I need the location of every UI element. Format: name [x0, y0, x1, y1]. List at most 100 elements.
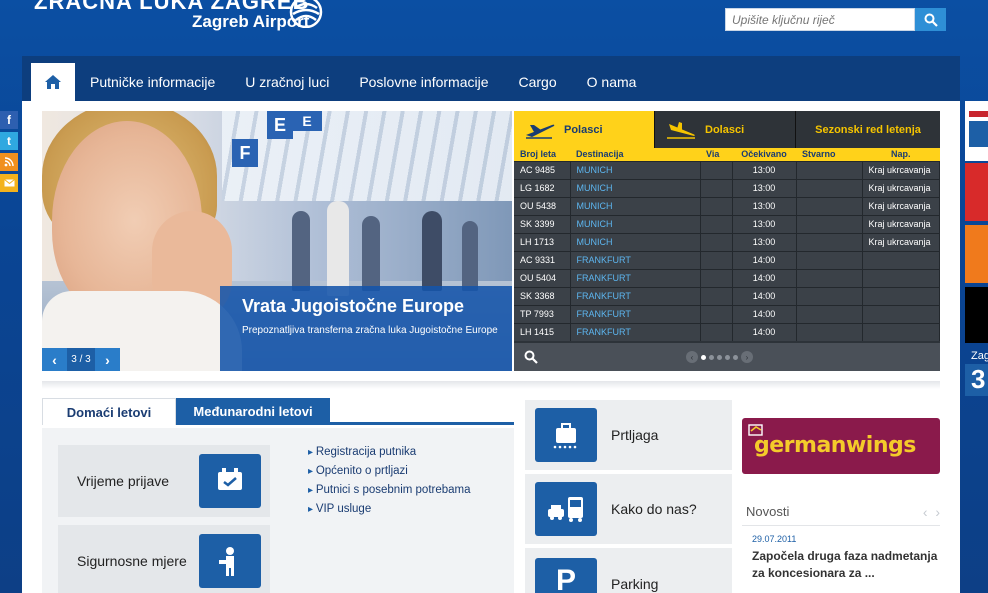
link-registracija[interactable]: Registracija putnika: [308, 446, 471, 458]
news-prev-icon[interactable]: ‹: [923, 504, 928, 520]
flight-destination: FRANKFURT: [570, 250, 701, 269]
flight-note: Kraj ukrcavanja: [862, 214, 940, 233]
link-prtljaga-opcenito[interactable]: Općenito o prtljazi: [308, 465, 471, 477]
flight-row[interactable]: TP 7993 FRANKFURT 14:00: [514, 304, 940, 323]
flight-type-tabs: Domaći letovi Međunarodni letovi: [42, 398, 514, 425]
flight-destination: MUNICH: [570, 214, 701, 233]
flights-table: Broj leta Destinacija Via Očekivano Stva…: [514, 148, 940, 341]
right-ad-3[interactable]: [965, 225, 988, 283]
site-logo[interactable]: ZRAČNA LUKA ZAGREB Zagreb Airport: [34, 0, 309, 32]
flight-number: LH 1415: [514, 322, 571, 341]
board-page-dot[interactable]: [725, 354, 730, 360]
link-posebne-potrebe[interactable]: Putnici s posebnim potrebama: [308, 484, 471, 496]
tab-sezonski[interactable]: Sezonski red letenja: [796, 111, 940, 148]
col-via: Via: [700, 148, 732, 161]
facebook-icon[interactable]: f: [0, 111, 18, 129]
hero-traveller: [362, 216, 380, 291]
nav-item-putnicke[interactable]: Putničke informacije: [75, 56, 230, 101]
service-label: Prtljaga: [611, 427, 659, 443]
flight-row[interactable]: AC 9485 MUNICH 13:00 Kraj ukrcavanja: [514, 160, 940, 179]
tab-dolasci[interactable]: Dolasci: [654, 111, 796, 148]
flight-via: [700, 304, 733, 323]
domestic-info-box: Vrijeme prijave Sigurnosne mjere Registr…: [42, 428, 514, 593]
twitter-icon[interactable]: t: [0, 132, 18, 150]
flight-row[interactable]: OU 5438 MUNICH 13:00 Kraj ukrcavanja: [514, 196, 940, 215]
flight-row[interactable]: LH 1713 MUNICH 13:00 Kraj ukrcavanja: [514, 232, 940, 251]
flight-row[interactable]: SK 3368 FRANKFURT 14:00: [514, 286, 940, 305]
hero-sign: E: [267, 111, 293, 139]
flight-actual: [796, 304, 863, 323]
search-input[interactable]: [725, 8, 915, 31]
board-footer: ‹ ›: [514, 343, 940, 371]
hero-prev-button[interactable]: ‹: [42, 348, 67, 371]
board-page-dot[interactable]: [709, 354, 714, 360]
service-prtljaga[interactable]: Prtljaga: [525, 400, 732, 470]
flight-actual: [796, 268, 863, 287]
right-ad-2[interactable]: [965, 163, 988, 221]
flight-expected: 13:00: [732, 196, 797, 215]
right-ad-1[interactable]: [965, 101, 988, 161]
board-next-button[interactable]: ›: [741, 351, 753, 363]
nav-item-o-nama[interactable]: O nama: [572, 56, 652, 101]
flight-expected: 13:00: [732, 160, 797, 179]
board-page-dot[interactable]: [701, 354, 706, 360]
flight-note: Kraj ukrcavanja: [862, 232, 940, 251]
flight-destination: FRANKFURT: [570, 268, 701, 287]
hero-caption[interactable]: Vrata Jugoistočne Europe Prepoznatljiva …: [220, 286, 512, 371]
hero-title: Vrata Jugoistočne Europe: [242, 296, 465, 316]
link-vip[interactable]: VIP usluge: [308, 503, 471, 515]
board-page-dot[interactable]: [733, 354, 738, 360]
service-parking[interactable]: P Parking: [525, 548, 732, 593]
hero-slider[interactable]: E F E Vrata Jugoistočne Europe Prepoznat…: [42, 111, 512, 371]
card-vrijeme-prijave[interactable]: Vrijeme prijave: [58, 445, 270, 517]
board-prev-button[interactable]: ‹: [686, 351, 698, 363]
nav-item-u-zracnoj-luci[interactable]: U zračnoj luci: [230, 56, 344, 101]
luggage-icon: [535, 408, 597, 462]
flight-via: [700, 250, 733, 269]
flight-row[interactable]: AC 9331 FRANKFURT 14:00: [514, 250, 940, 269]
board-page-dot[interactable]: [717, 354, 722, 360]
flight-note: [862, 268, 940, 287]
flight-expected: 14:00: [732, 286, 797, 305]
flight-number: AC 9485: [514, 160, 571, 179]
hero-next-button[interactable]: ›: [95, 348, 120, 371]
flight-actual: [796, 196, 863, 215]
news-date: 29.07.2011: [752, 534, 797, 544]
tab-medunarodni-letovi[interactable]: Međunarodni letovi: [176, 398, 330, 425]
col-ocekivano: Očekivano: [732, 148, 796, 161]
germanwings-ad[interactable]: germanwings: [742, 418, 940, 474]
search-button[interactable]: [915, 8, 946, 31]
flight-row[interactable]: LH 1415 FRANKFURT 14:00: [514, 322, 940, 341]
card-sigurnosne-mjere[interactable]: Sigurnosne mjere: [58, 525, 270, 593]
right-ad-5[interactable]: Zag 3: [965, 350, 988, 410]
flight-destination: FRANKFURT: [570, 304, 701, 323]
search-bar: [725, 8, 946, 31]
ad-text: germanwings: [754, 433, 916, 458]
flight-tabs: Polasci Dolasci Sezonski red letenja: [514, 111, 940, 148]
nav-item-cargo[interactable]: Cargo: [503, 56, 571, 101]
tab-domaci-letovi[interactable]: Domaći letovi: [42, 398, 176, 425]
news-next-icon[interactable]: ›: [935, 504, 940, 520]
rss-icon[interactable]: [0, 153, 18, 171]
nav-item-poslovne[interactable]: Poslovne informacije: [344, 56, 503, 101]
nav-home[interactable]: [31, 63, 75, 101]
board-pager: ‹ ›: [686, 351, 753, 363]
flight-number: OU 5438: [514, 196, 571, 215]
tab-polasci[interactable]: Polasci: [514, 111, 654, 148]
news-nav: ‹ ›: [923, 504, 940, 520]
news-headline[interactable]: Započela druga faza nadmetanja za konces…: [752, 548, 940, 582]
main-panel: Putničke informacije U zračnoj luci Posl…: [22, 56, 960, 593]
board-search-icon[interactable]: [524, 350, 538, 364]
tab-polasci-label: Polasci: [564, 123, 603, 136]
flight-expected: 14:00: [732, 322, 797, 341]
right-ad-4[interactable]: [965, 287, 988, 343]
parking-icon: P: [535, 558, 597, 593]
mail-icon[interactable]: [0, 174, 18, 192]
hero-traveller: [422, 211, 442, 291]
flight-row[interactable]: OU 5404 FRANKFURT 14:00: [514, 268, 940, 287]
col-destinacija: Destinacija: [570, 148, 700, 161]
service-kako-do-nas[interactable]: Kako do nas?: [525, 474, 732, 544]
flight-row[interactable]: SK 3399 MUNICH 13:00 Kraj ukrcavanja: [514, 214, 940, 233]
col-napomena: Nap.: [862, 148, 940, 161]
flight-row[interactable]: LG 1682 MUNICH 13:00 Kraj ukrcavanja: [514, 178, 940, 197]
